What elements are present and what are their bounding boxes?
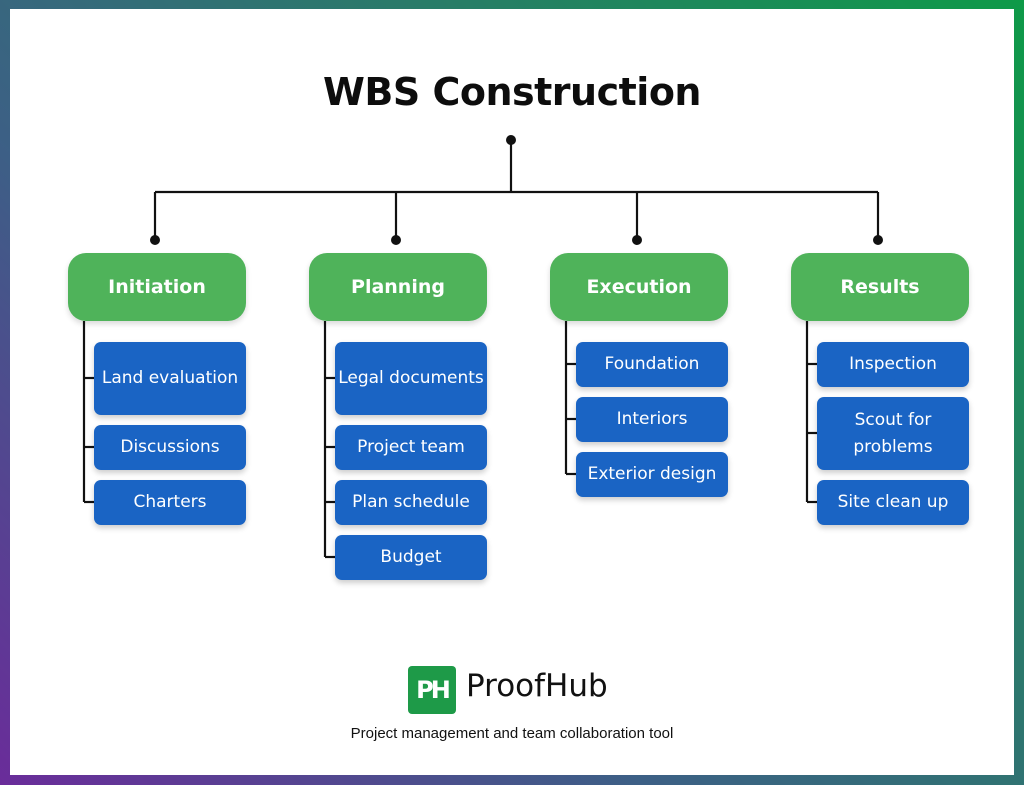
task-site-clean-up: Site clean up — [817, 480, 969, 525]
task-foundation: Foundation — [576, 342, 728, 387]
brand-tagline: Project management and team collaboratio… — [350, 725, 674, 742]
phase-initiation: Initiation — [68, 253, 246, 321]
phase-results: Results — [791, 253, 969, 321]
phase-planning: Planning — [309, 253, 487, 321]
proofhub-logo-icon: PH — [408, 666, 456, 714]
task-scout-for-problems: Scout for problems — [817, 397, 969, 470]
diagram-title: WBS Construction — [323, 70, 701, 114]
task-project-team: Project team — [335, 425, 487, 470]
task-interiors: Interiors — [576, 397, 728, 442]
brand-name: ProofHub — [466, 668, 608, 704]
task-discussions: Discussions — [94, 425, 246, 470]
task-plan-schedule: Plan schedule — [335, 480, 487, 525]
task-land-evaluation: Land evaluation — [94, 342, 246, 415]
task-exterior-design: Exterior design — [576, 452, 728, 497]
task-inspection: Inspection — [817, 342, 969, 387]
phase-execution: Execution — [550, 253, 728, 321]
task-legal-documents: Legal documents — [335, 342, 487, 415]
task-budget: Budget — [335, 535, 487, 580]
task-charters: Charters — [94, 480, 246, 525]
